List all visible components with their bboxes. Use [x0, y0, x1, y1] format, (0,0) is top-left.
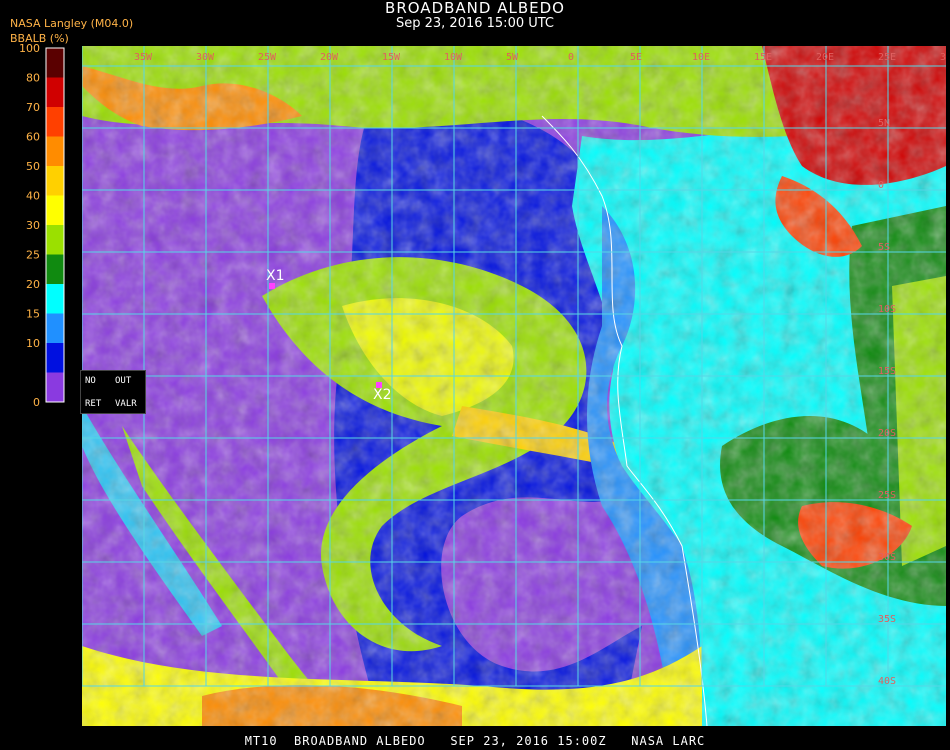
longitude-label: 25W	[258, 52, 277, 63]
longitude-label: 5W	[506, 52, 519, 63]
longitude-label: 10E	[692, 52, 710, 63]
legend-band	[46, 195, 64, 225]
legend-tick-label: 60	[26, 131, 40, 144]
producer-label: NASA Langley (M04.0)	[10, 17, 134, 30]
legend-band	[46, 77, 64, 107]
longitude-label: 15W	[382, 52, 401, 63]
legend-band	[46, 254, 64, 284]
longitude-label: 10W	[444, 52, 463, 63]
status-out: OUT	[115, 376, 132, 386]
footer-caption: MT10 BROADBAND ALBEDO SEP 23, 2016 15:00…	[244, 734, 706, 748]
legend-band	[46, 372, 64, 402]
legend-band	[46, 284, 64, 314]
latitude-label: 5S	[878, 242, 890, 253]
marker-label: X1	[266, 268, 285, 284]
legend-band	[46, 136, 64, 166]
latitude-label: 40S	[878, 676, 896, 687]
legend-band	[46, 343, 64, 373]
legend-tick-label: 20	[26, 278, 40, 291]
legend-tick-label: 80	[26, 72, 40, 85]
legend-band	[46, 313, 64, 343]
albedo-map[interactable]: 35W 30W 25W 20W 15W 10W 5W 0 5E 10E 15E 20E 25E 30E 35…	[82, 46, 946, 726]
legend-tick-label: 0	[33, 396, 40, 409]
color-legend: 100807060504030252015100	[19, 42, 65, 409]
status-valr: VALR	[115, 399, 137, 409]
longitude-label: 25E	[878, 52, 896, 63]
latitude-label: 0	[878, 180, 884, 191]
longitude-label: 35W	[134, 52, 153, 63]
image-title: BROADBAND ALBEDO	[385, 0, 565, 17]
longitude-label: 20E	[816, 52, 834, 63]
marker-label: X2	[373, 387, 392, 403]
longitude-label: 30W	[196, 52, 215, 63]
legend-band	[46, 166, 64, 196]
latitude-label: 30S	[878, 552, 896, 563]
legend-tick-label: 40	[26, 190, 40, 203]
legend-tick-label: 25	[26, 249, 40, 262]
legend-tick-label: 15	[26, 308, 40, 321]
longitude-label: 30E	[940, 52, 946, 63]
longitude-label: 20W	[320, 52, 339, 63]
latitude-label: 35S	[878, 614, 896, 625]
legend-band	[46, 48, 64, 78]
status-no: NO	[85, 376, 96, 386]
legend-tick-label: 30	[26, 219, 40, 232]
longitude-label: 5E	[630, 52, 642, 63]
longitude-label: 0	[568, 52, 574, 63]
latitude-label: 15S	[878, 366, 896, 377]
legend-tick-label: 10	[26, 337, 40, 350]
latitude-label: 25S	[878, 490, 896, 501]
legend-tick-label: 70	[26, 101, 40, 114]
latitude-label: 20S	[878, 428, 896, 439]
latitude-label: 5N	[878, 118, 890, 129]
legend-band	[46, 225, 64, 255]
status-ret: RET	[85, 399, 102, 409]
legend-band	[46, 107, 64, 137]
legend-tick-label: 100	[19, 42, 40, 55]
legend-tick-label: 50	[26, 160, 40, 173]
status-box: NO OUT RET VALR	[80, 370, 146, 414]
latitude-label: 10S	[878, 304, 896, 315]
image-timestamp: Sep 23, 2016 15:00 UTC	[395, 16, 555, 31]
longitude-label: 15E	[754, 52, 772, 63]
